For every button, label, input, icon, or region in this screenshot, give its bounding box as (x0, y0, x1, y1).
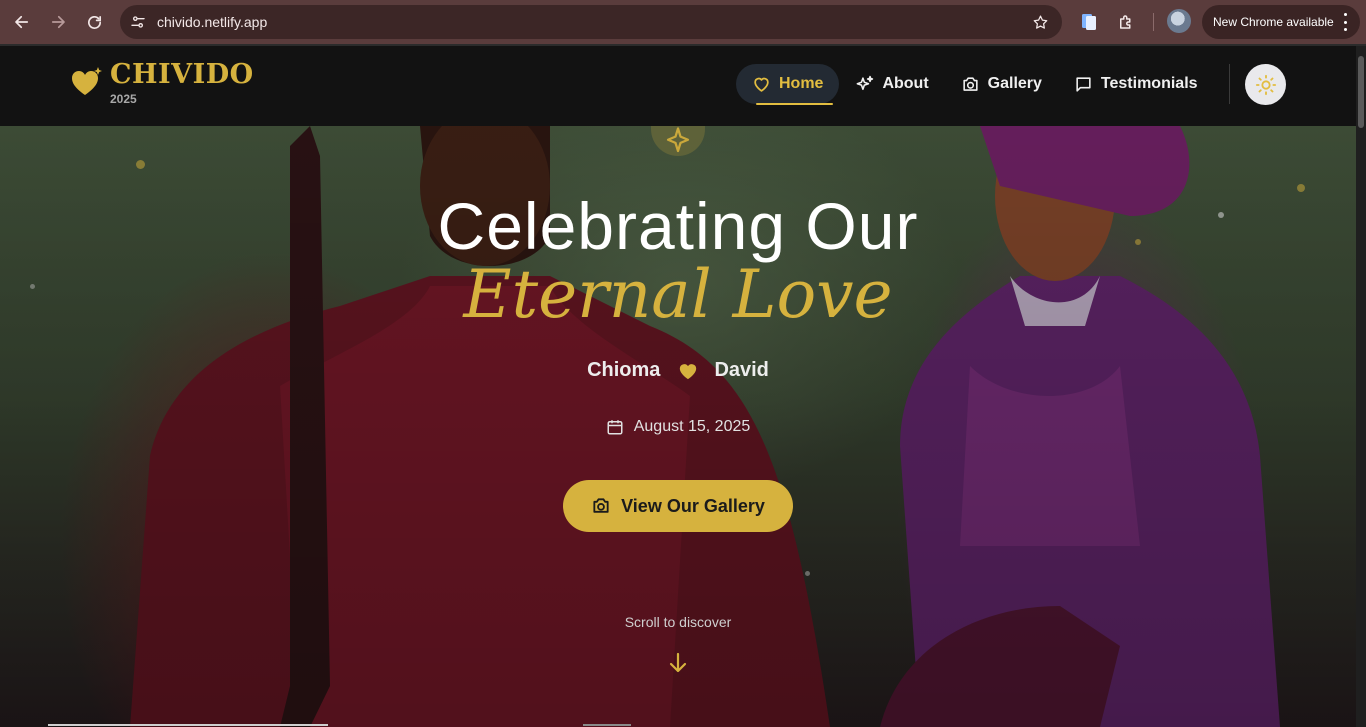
hero-section: Celebrating Our Eternal Love Chioma Davi… (0, 126, 1356, 727)
profile-avatar[interactable] (1167, 9, 1191, 33)
partner-name-2: David (714, 359, 769, 381)
update-label: New Chrome available (1213, 15, 1334, 29)
heart-sparkle-icon (72, 67, 102, 95)
camera-icon (963, 76, 978, 91)
extension-document-icon[interactable] (1077, 10, 1101, 34)
site-header: CHIVIDO 2025 Home About Gallery Testimon… (0, 46, 1356, 126)
nav-about[interactable]: About (839, 64, 944, 104)
browser-toolbar: chivido.netlify.app New Chrome available (0, 0, 1366, 44)
couple-names: Chioma David (0, 359, 1356, 382)
hero-headline-line2: Eternal Love (463, 256, 893, 333)
url-text: chivido.netlify.app (157, 14, 268, 30)
scrollbar-thumb[interactable] (1358, 56, 1364, 128)
more-menu-icon[interactable] (1344, 13, 1348, 31)
scroll-hint: Scroll to discover (624, 614, 732, 630)
main-nav: Home About Gallery Testimonials (736, 64, 1214, 105)
partner-name-1: Chioma (587, 359, 661, 381)
hero-headline-line1: Celebrating Our (437, 189, 919, 263)
site-info-icon[interactable] (128, 12, 148, 32)
arrow-right-icon (51, 15, 65, 29)
nav-about-label: About (882, 75, 929, 92)
nav-gallery-label: Gallery (987, 75, 1042, 92)
hero-content: Celebrating Our Eternal Love Chioma Davi… (0, 126, 1356, 727)
wedding-date: August 15, 2025 (0, 418, 1356, 436)
forward-button[interactable] (40, 4, 76, 40)
message-icon (1076, 76, 1091, 92)
brand-year: 2025 (110, 92, 137, 106)
nav-home[interactable]: Home (736, 64, 840, 105)
view-gallery-button[interactable]: View Our Gallery (563, 480, 793, 532)
nav-testimonials-label: Testimonials (1100, 75, 1198, 92)
heart-icon (754, 77, 769, 92)
nav-testimonials[interactable]: Testimonials (1058, 64, 1214, 104)
nav-gallery[interactable]: Gallery (945, 64, 1058, 104)
chrome-update-button[interactable]: New Chrome available (1202, 5, 1360, 39)
page-scrollbar[interactable] (1356, 46, 1366, 727)
reload-icon (87, 15, 101, 29)
arrow-down-icon[interactable] (666, 651, 690, 675)
nav-home-label: Home (779, 75, 824, 92)
arrow-left-icon (15, 15, 29, 29)
back-button[interactable] (4, 4, 40, 40)
extensions-puzzle-icon[interactable] (1114, 10, 1138, 34)
reload-button[interactable] (76, 4, 112, 40)
address-bar[interactable]: chivido.netlify.app (120, 5, 1062, 39)
calendar-icon (607, 420, 623, 435)
sparkles-icon (857, 75, 874, 90)
nav-divider (1229, 64, 1230, 104)
heart-icon (680, 363, 697, 379)
wedding-date-text: August 15, 2025 (633, 418, 751, 435)
toolbar-divider (1153, 13, 1154, 31)
camera-icon (593, 498, 609, 513)
brand-name: CHIVIDO (110, 59, 254, 90)
sun-icon (1255, 74, 1276, 95)
bookmark-star-icon[interactable] (1030, 12, 1050, 32)
theme-toggle-button[interactable] (1245, 64, 1286, 105)
view-gallery-label: View Our Gallery (621, 495, 765, 516)
brand-logo[interactable]: CHIVIDO 2025 (70, 60, 254, 106)
